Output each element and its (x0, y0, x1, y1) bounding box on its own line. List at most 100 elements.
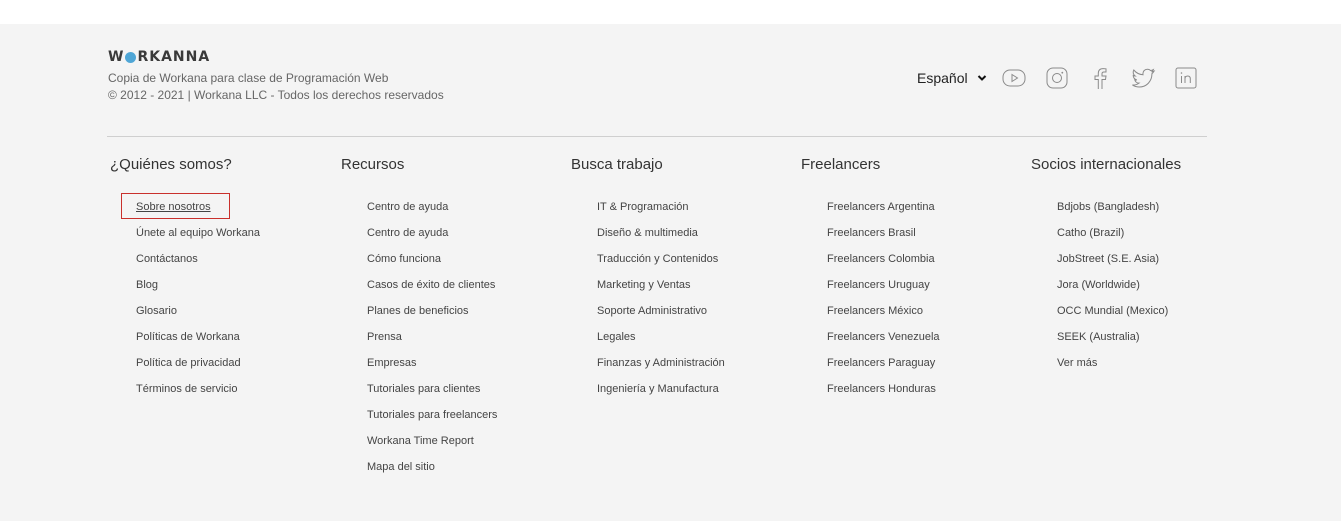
link-occ-mundial[interactable]: OCC Mundial (Mexico) (1057, 305, 1168, 317)
link-politica-privacidad[interactable]: Política de privacidad (136, 357, 241, 369)
list-item: Cómo funciona (341, 250, 497, 276)
list-item: Marketing y Ventas (571, 276, 725, 302)
link-como-funciona[interactable]: Cómo funciona (367, 253, 441, 265)
list-item: Glosario (110, 302, 260, 328)
link-freelancers-argentina[interactable]: Freelancers Argentina (827, 201, 935, 213)
link-terminos-servicio[interactable]: Términos de servicio (136, 383, 237, 395)
link-centro-ayuda[interactable]: Centro de ayuda (367, 201, 448, 213)
link-ver-mas[interactable]: Ver más (1057, 357, 1097, 369)
link-traduccion[interactable]: Traducción y Contenidos (597, 253, 718, 265)
link-legales[interactable]: Legales (597, 331, 636, 343)
footer-divider (107, 136, 1207, 137)
link-freelancers-colombia[interactable]: Freelancers Colombia (827, 253, 935, 265)
link-contactanos[interactable]: Contáctanos (136, 253, 198, 265)
link-jobstreet[interactable]: JobStreet (S.E. Asia) (1057, 253, 1159, 265)
link-centro-ayuda-2[interactable]: Centro de ayuda (367, 227, 448, 239)
social-links (1000, 64, 1200, 92)
list-item: OCC Mundial (Mexico) (1031, 302, 1181, 328)
footer-toolbar: Español (917, 64, 1200, 92)
link-soporte-admin[interactable]: Soporte Administrativo (597, 305, 707, 317)
column-title: Busca trabajo (571, 156, 663, 173)
link-freelancers-brasil[interactable]: Freelancers Brasil (827, 227, 916, 239)
link-marketing[interactable]: Marketing y Ventas (597, 279, 691, 291)
brand-block: W RKANNA Copia de Workana para clase de P… (108, 49, 444, 104)
list-item: Casos de éxito de clientes (341, 276, 497, 302)
list-item: Freelancers Uruguay (801, 276, 940, 302)
link-freelancers-mexico[interactable]: Freelancers México (827, 305, 923, 317)
link-ingenieria[interactable]: Ingeniería y Manufactura (597, 383, 719, 395)
link-finanzas[interactable]: Finanzas y Administración (597, 357, 725, 369)
list-item: Diseño & multimedia (571, 224, 725, 250)
list-item: Finanzas y Administración (571, 354, 725, 380)
link-it-programacion[interactable]: IT & Programación (597, 201, 689, 213)
link-catho[interactable]: Catho (Brazil) (1057, 227, 1124, 239)
link-seek[interactable]: SEEK (Australia) (1057, 331, 1140, 343)
twitter-icon[interactable] (1129, 64, 1157, 92)
link-diseno-multimedia[interactable]: Diseño & multimedia (597, 227, 698, 239)
link-bdjobs[interactable]: Bdjobs (Bangladesh) (1057, 201, 1159, 213)
link-freelancers-paraguay[interactable]: Freelancers Paraguay (827, 357, 935, 369)
link-planes-beneficios[interactable]: Planes de beneficios (367, 305, 469, 317)
site-footer: W RKANNA Copia de Workana para clase de P… (0, 24, 1341, 521)
link-tutoriales-freelancers[interactable]: Tutoriales para freelancers (367, 409, 497, 421)
column-freelancers: Freelancers Freelancers Argentina Freela… (801, 155, 940, 406)
list-item: Freelancers Honduras (801, 380, 940, 406)
youtube-icon[interactable] (1000, 64, 1028, 92)
instagram-icon[interactable] (1043, 64, 1071, 92)
list-item: Freelancers Colombia (801, 250, 940, 276)
logo-text-end: RKANNA (137, 49, 211, 65)
logo-dot-icon (125, 51, 137, 63)
link-jora[interactable]: Jora (Worldwide) (1057, 279, 1140, 291)
logo-text-start: W (108, 49, 125, 65)
link-tutoriales-clientes[interactable]: Tutoriales para clientes (367, 383, 480, 395)
list-item: Freelancers Brasil (801, 224, 940, 250)
workana-logo[interactable]: W RKANNA (108, 49, 444, 65)
link-unete-equipo[interactable]: Únete al equipo Workana (136, 227, 260, 239)
list-item: Freelancers Argentina (801, 198, 940, 224)
list-item: Centro de ayuda (341, 224, 497, 250)
list-item: Freelancers México (801, 302, 940, 328)
list-item: Blog (110, 276, 260, 302)
link-mapa-sitio[interactable]: Mapa del sitio (367, 461, 435, 473)
language-select[interactable]: Español (917, 70, 987, 86)
list-item: Política de privacidad (110, 354, 260, 380)
copyright: © 2012 - 2021 | Workana LLC - Todos los … (108, 88, 444, 102)
link-freelancers-honduras[interactable]: Freelancers Honduras (827, 383, 936, 395)
link-blog[interactable]: Blog (136, 279, 158, 291)
column-title: Socios internacionales (1031, 156, 1182, 173)
facebook-icon[interactable] (1086, 64, 1114, 92)
list-item: Políticas de Workana (110, 328, 260, 354)
list-item: Tutoriales para clientes (341, 380, 497, 406)
list-item: Freelancers Venezuela (801, 328, 940, 354)
list-item: Centro de ayuda (341, 198, 497, 224)
column-title: Freelancers (801, 156, 881, 173)
link-prensa[interactable]: Prensa (367, 331, 402, 343)
list-item: Empresas (341, 354, 497, 380)
column-socios: Socios internacionales Bdjobs (Banglades… (1031, 155, 1181, 380)
list-item: Legales (571, 328, 725, 354)
list-item: Traducción y Contenidos (571, 250, 725, 276)
link-glosario[interactable]: Glosario (136, 305, 177, 317)
list-item: Catho (Brazil) (1031, 224, 1181, 250)
link-empresas[interactable]: Empresas (367, 357, 417, 369)
column-title: ¿Quiénes somos? (110, 156, 232, 173)
list-item: Planes de beneficios (341, 302, 497, 328)
tagline: Copia de Workana para clase de Programac… (108, 71, 389, 85)
link-politicas-workana[interactable]: Políticas de Workana (136, 331, 240, 343)
focus-highlight (121, 193, 230, 219)
column-busca-trabajo: Busca trabajo IT & Programación Diseño &… (571, 155, 725, 406)
link-freelancers-uruguay[interactable]: Freelancers Uruguay (827, 279, 930, 291)
list-item: JobStreet (S.E. Asia) (1031, 250, 1181, 276)
list-item: Únete al equipo Workana (110, 224, 260, 250)
list-item: SEEK (Australia) (1031, 328, 1181, 354)
list-item: Freelancers Paraguay (801, 354, 940, 380)
column-recursos: Recursos Centro de ayuda Centro de ayuda… (341, 155, 497, 484)
chevron-down-icon (977, 75, 986, 81)
link-casos-exito[interactable]: Casos de éxito de clientes (367, 279, 495, 291)
linkedin-icon[interactable] (1172, 64, 1200, 92)
list-item: Términos de servicio (110, 380, 260, 406)
list-item: Contáctanos (110, 250, 260, 276)
link-freelancers-venezuela[interactable]: Freelancers Venezuela (827, 331, 940, 343)
link-time-report[interactable]: Workana Time Report (367, 435, 474, 447)
list-item: IT & Programación (571, 198, 725, 224)
